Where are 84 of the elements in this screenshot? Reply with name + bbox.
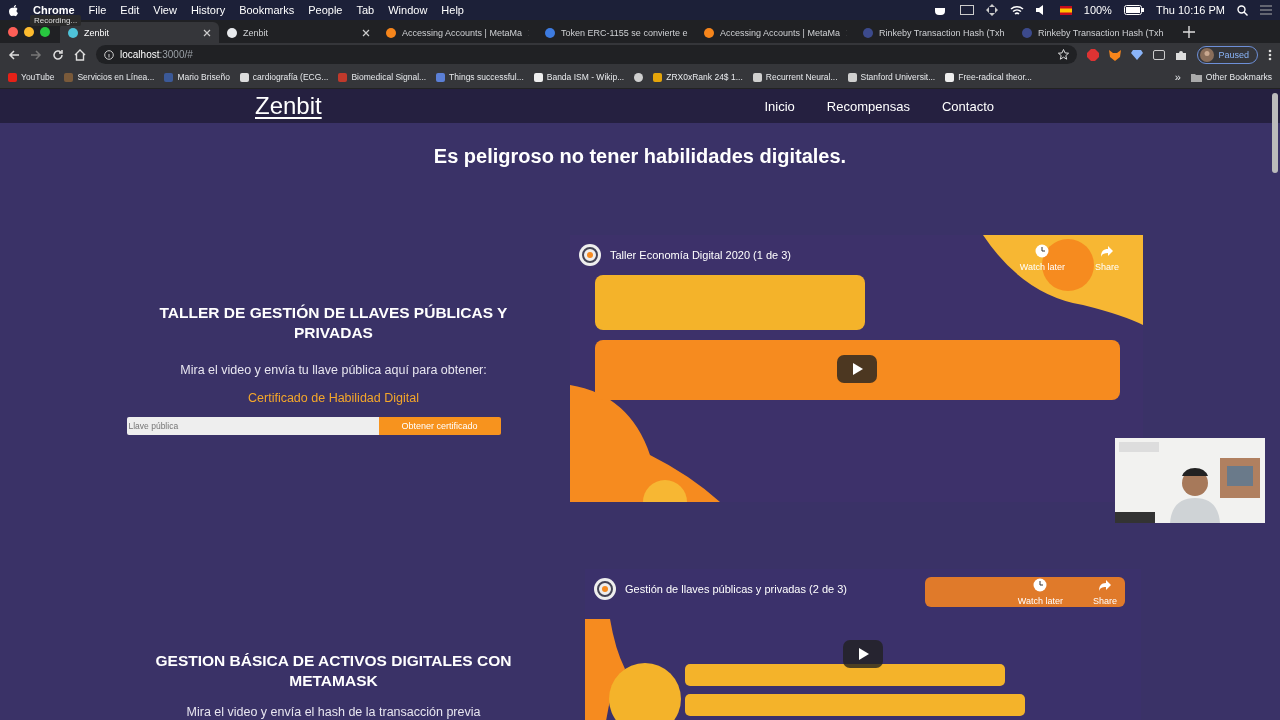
- instructions: Mira el video y envía tu llave pública aquí para obtener:: [180, 362, 487, 377]
- diamond-icon[interactable]: [1131, 48, 1144, 61]
- apple-icon[interactable]: [8, 3, 19, 17]
- move-icon[interactable]: [985, 4, 998, 16]
- site-logo[interactable]: Zenbit: [255, 92, 322, 120]
- menu-item[interactable]: Tab: [356, 4, 375, 16]
- tab-title: Token ERC-1155 se convierte e: [561, 27, 688, 38]
- tab-title: Accessing Accounts | MetaMa: [402, 27, 522, 38]
- window-icon[interactable]: [1153, 48, 1166, 61]
- nav-link[interactable]: Recompensas: [826, 98, 910, 114]
- new-tab-icon[interactable]: [1183, 26, 1195, 38]
- battery-icon[interactable]: [1123, 5, 1144, 15]
- menu-item[interactable]: Bookmarks: [239, 4, 295, 16]
- bookmark[interactable]: Stanford Universit...: [847, 72, 936, 82]
- share-icon: [1098, 578, 1112, 592]
- menu-item[interactable]: Window: [388, 4, 428, 16]
- tab-title: Zenbit: [84, 27, 110, 38]
- menu-item[interactable]: History: [190, 4, 226, 16]
- address-bar[interactable]: localhost:3000/#: [96, 45, 1078, 64]
- star-icon[interactable]: [1058, 49, 1070, 60]
- browser-tab[interactable]: Rinkeby Transaction Hash (Txh: [1014, 22, 1173, 43]
- browser-tab[interactable]: Zenbit: [219, 22, 378, 43]
- browser-tab[interactable]: Rinkeby Transaction Hash (Txh: [855, 22, 1014, 43]
- menu-item[interactable]: Help: [441, 4, 464, 16]
- menu-item[interactable]: File: [88, 4, 107, 16]
- search-icon[interactable]: [1237, 4, 1248, 16]
- app-menu[interactable]: Chrome: [33, 4, 75, 16]
- public-key-field[interactable]: Llave pública: [126, 416, 379, 435]
- zoom-window-button[interactable]: [40, 26, 50, 37]
- headline: Es peligroso no tener habilidades digitales.: [432, 145, 848, 168]
- certificate-name: Certificado de Habilidad Digital: [248, 390, 419, 405]
- bookmark[interactable]: Things successful...: [436, 72, 524, 82]
- battery-percent: 100%: [1083, 4, 1112, 16]
- bookmark[interactable]: Free-radical theor...: [945, 72, 1032, 82]
- nav-link[interactable]: Contacto: [941, 98, 994, 114]
- wifi-icon[interactable]: [1009, 4, 1024, 16]
- avatar-icon: [1200, 47, 1215, 62]
- tab-title: Zenbit: [243, 27, 269, 38]
- minimize-window-button[interactable]: [24, 26, 34, 37]
- bookmark[interactable]: YouTube: [8, 72, 55, 82]
- bookmark[interactable]: Banda ISM - Wikip...: [533, 72, 625, 82]
- cup-icon[interactable]: [933, 5, 948, 15]
- flag-icon[interactable]: [1059, 5, 1072, 15]
- forward-icon[interactable]: [30, 48, 42, 61]
- folder-icon: [1190, 72, 1202, 82]
- tab-title: Rinkeby Transaction Hash (Txh: [879, 27, 1005, 38]
- clock-icon: [1033, 578, 1048, 592]
- instructions: Mira el video y envía el hash de la transacción previa: [186, 705, 481, 719]
- home-icon[interactable]: [74, 48, 86, 61]
- bookmark[interactable]: Biomedical Signal...: [338, 72, 427, 82]
- browser-tab[interactable]: Accessing Accounts | MetaMa: [378, 22, 537, 43]
- back-icon[interactable]: [8, 48, 20, 61]
- tab-title: Rinkeby Transaction Hash (Txh: [1038, 27, 1164, 38]
- play-button[interactable]: [843, 640, 883, 668]
- other-bookmarks[interactable]: Other Bookmarks: [1190, 72, 1272, 82]
- browser-tab[interactable]: Accessing Accounts | MetaMa: [696, 22, 855, 43]
- bookmark[interactable]: Mario Briseño: [164, 72, 230, 82]
- bookmark[interactable]: Recurrent Neural...: [752, 72, 838, 82]
- tab-title: Accessing Accounts | MetaMa: [720, 27, 840, 38]
- section-title: GESTION BÁSICA DE ACTIVOS DIGITALES CON METAMASK: [154, 651, 513, 691]
- more-icon[interactable]: [1268, 48, 1272, 61]
- bookmark[interactable]: cardiografía (ECG...: [239, 72, 329, 82]
- reload-icon[interactable]: [52, 48, 64, 61]
- bookmark[interactable]: Servicios en Línea...: [64, 72, 155, 82]
- screen-icon[interactable]: [959, 5, 974, 15]
- video-title[interactable]: Gestión de llaves públicas y privadas (2 de 3): [625, 583, 847, 595]
- menu-icon[interactable]: [1260, 5, 1272, 15]
- fox-icon[interactable]: [1109, 48, 1122, 61]
- clock[interactable]: Thu 10:16 PM: [1155, 4, 1225, 16]
- bookmark[interactable]: ZRX0xRank 24$ 1...: [653, 72, 743, 82]
- extensions-icon[interactable]: [1175, 48, 1188, 61]
- globe-icon[interactable]: [634, 72, 644, 82]
- close-window-button[interactable]: [8, 26, 18, 37]
- recording-label: Recording...: [30, 15, 82, 26]
- nav-link[interactable]: Inicio: [764, 98, 795, 114]
- menu-item[interactable]: Edit: [120, 4, 140, 16]
- browser-tab[interactable]: Token ERC-1155 se convierte e: [537, 22, 696, 43]
- info-icon[interactable]: [104, 49, 114, 60]
- channel-logo-icon[interactable]: [593, 577, 617, 601]
- adblock-icon[interactable]: [1087, 48, 1100, 61]
- menu-item[interactable]: People: [308, 4, 343, 16]
- menu-item[interactable]: View: [153, 4, 177, 16]
- section-title: TALLER DE GESTIÓN DE LLAVES PÚBLICAS Y PRIVADAS: [158, 302, 509, 343]
- more-bookmarks-button[interactable]: »: [1174, 71, 1181, 83]
